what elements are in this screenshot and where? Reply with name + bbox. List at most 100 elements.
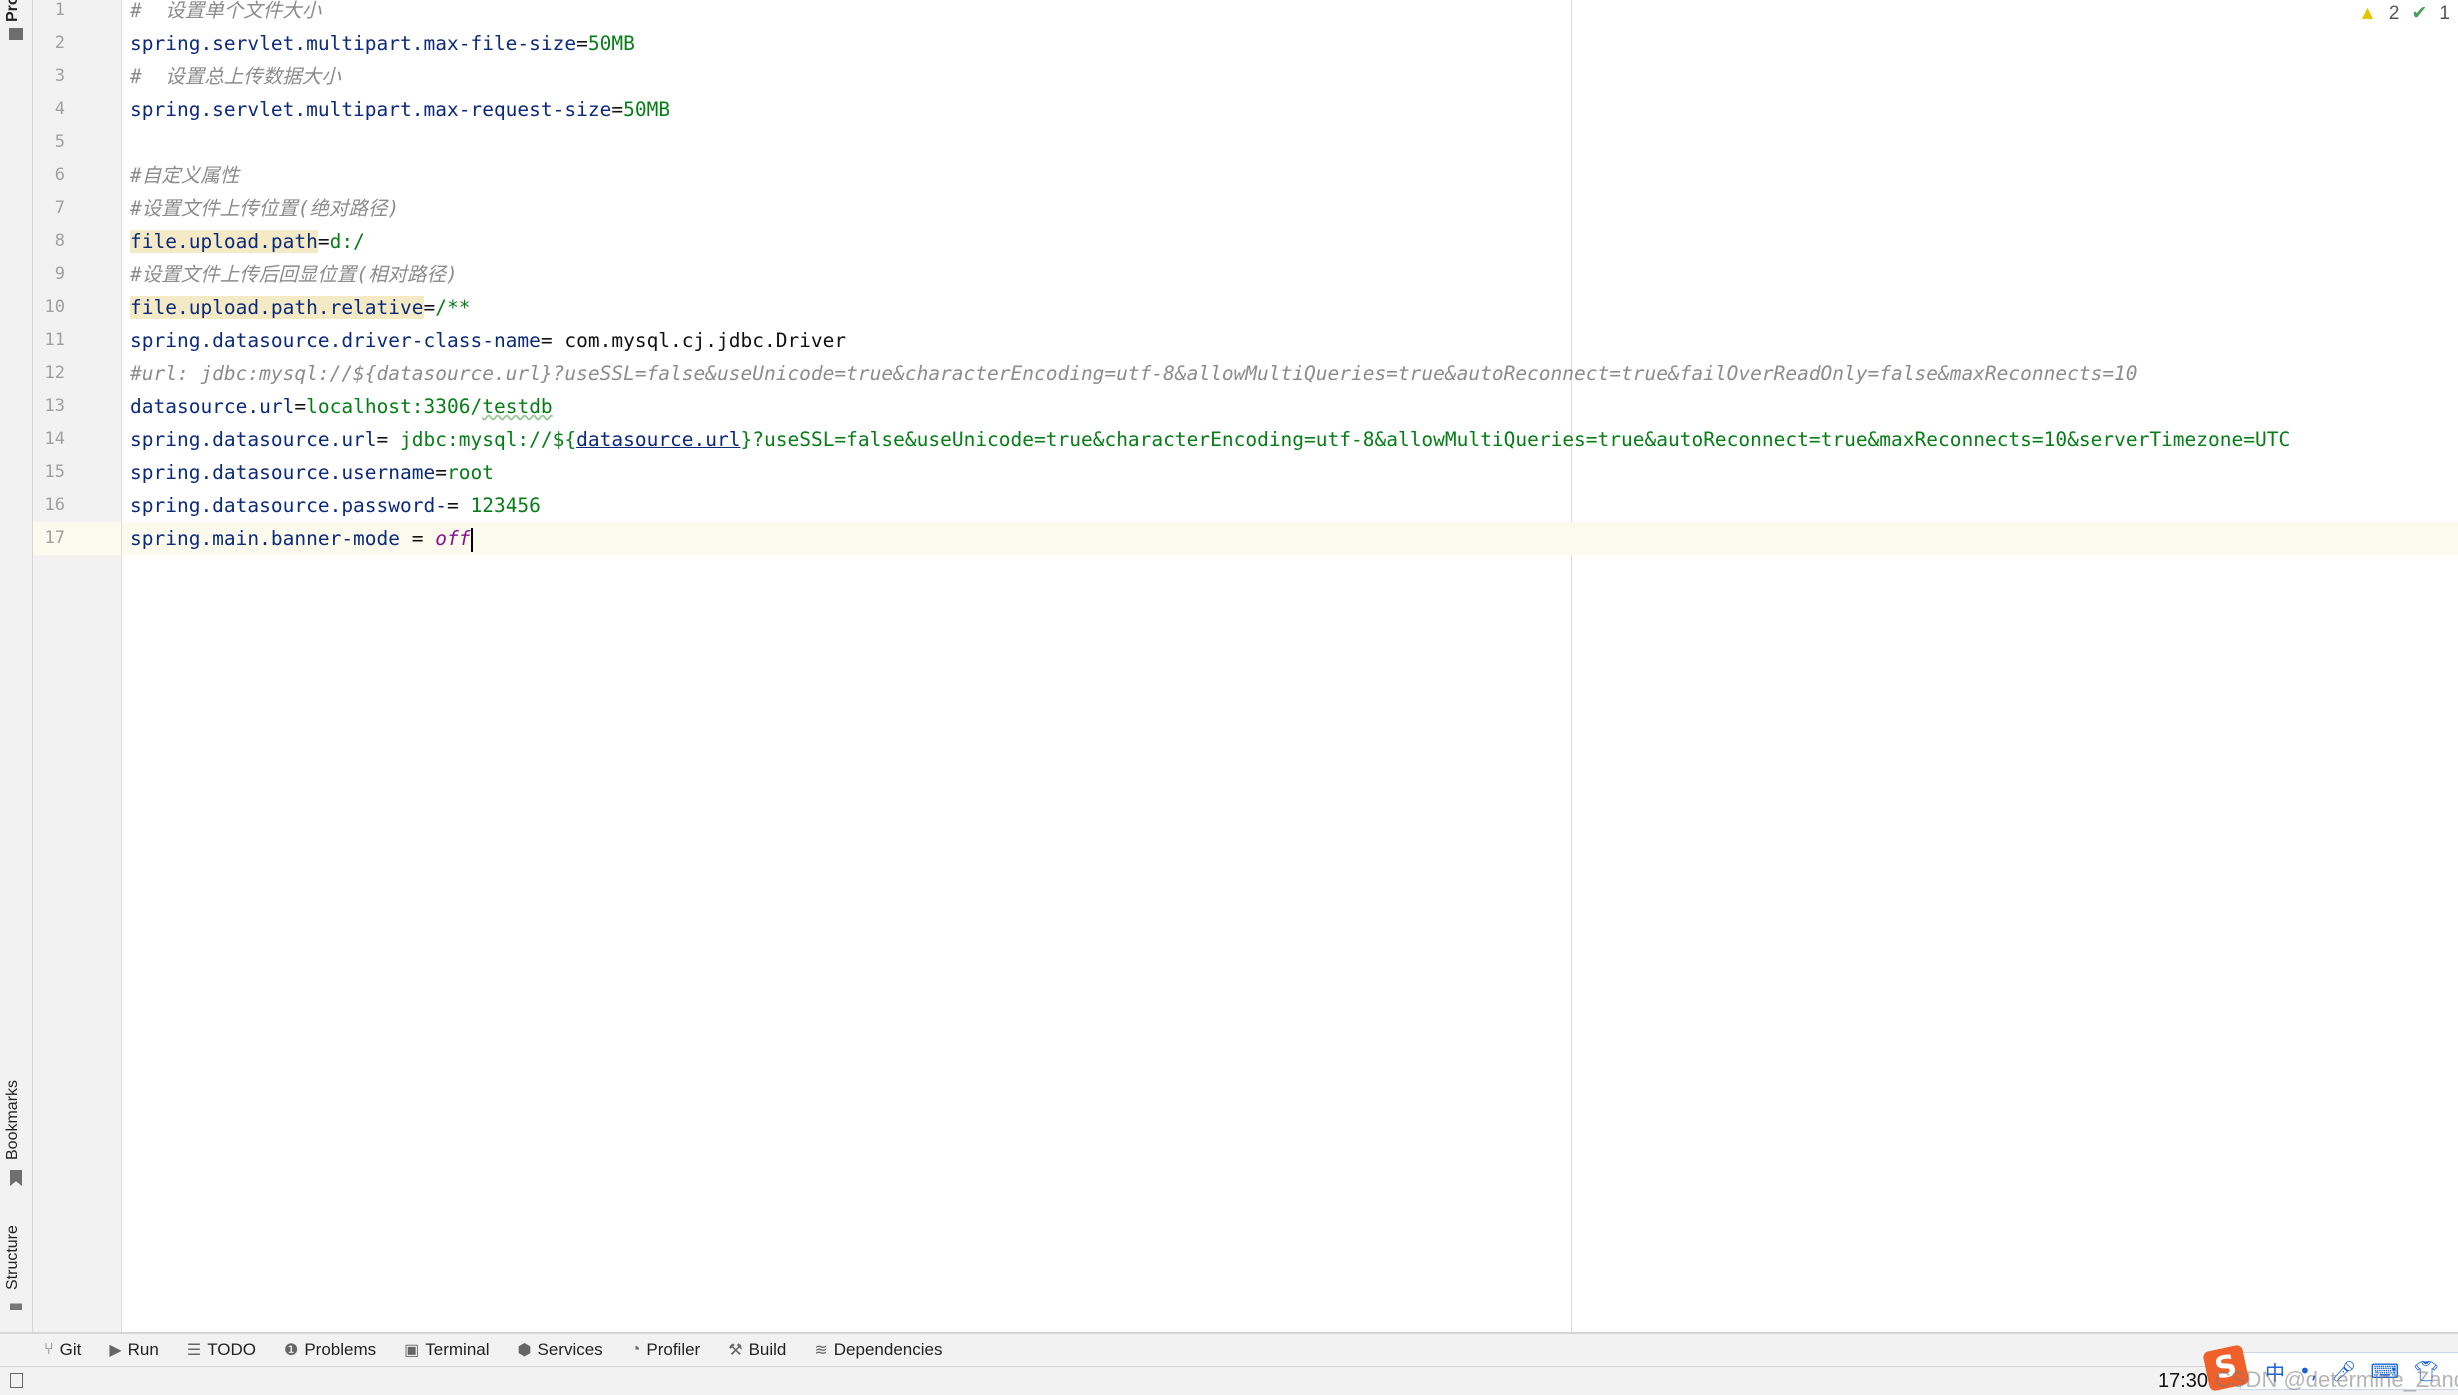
- bookmark-icon: [10, 1170, 22, 1186]
- code-token: =: [423, 296, 436, 319]
- line-number[interactable]: 2: [55, 27, 65, 60]
- folder-icon[interactable]: [9, 28, 23, 40]
- code-line-text[interactable]: #自定义属性: [130, 159, 239, 192]
- line-number[interactable]: 1: [55, 0, 65, 27]
- code-line-text[interactable]: datasource.url=localhost:3306/testdb: [130, 390, 553, 423]
- tool-window-problems[interactable]: ❶ Problems: [284, 1340, 376, 1360]
- clock: 17:30: [2158, 1370, 2209, 1392]
- code-line[interactable]: #设置文件上传后回显位置(相对路径): [122, 258, 2458, 291]
- code-line[interactable]: spring.servlet.multipart.max-request-siz…: [122, 93, 2458, 126]
- line-number[interactable]: 15: [45, 456, 65, 489]
- code-line[interactable]: spring.datasource.password-= 123456: [122, 489, 2458, 522]
- code-line-text[interactable]: spring.datasource.url= jdbc:mysql://${da…: [130, 423, 2290, 456]
- terminal-icon: ▣: [404, 1342, 420, 1359]
- line-number[interactable]: 16: [45, 489, 65, 522]
- code-line[interactable]: spring.datasource.url= jdbc:mysql://${da…: [122, 423, 2458, 456]
- git-branch-icon: ⑂: [44, 1341, 54, 1358]
- code-line[interactable]: file.upload.path=d:/: [122, 225, 2458, 258]
- line-number[interactable]: 7: [55, 192, 65, 225]
- code-line-text[interactable]: file.upload.path=d:/: [130, 225, 365, 258]
- code-line-text[interactable]: spring.servlet.multipart.max-file-size=5…: [130, 27, 635, 60]
- code-token: =: [400, 527, 436, 550]
- code-line-text[interactable]: # 设置单个文件大小: [130, 0, 321, 27]
- code-line[interactable]: # 设置单个文件大小: [122, 0, 2458, 27]
- status-bar: [0, 1367, 2458, 1395]
- code-line-text[interactable]: file.upload.path.relative=/**: [130, 291, 470, 324]
- code-token: =: [435, 461, 447, 484]
- line-number-gutter[interactable]: 1 2 3 4 5 6 7 8 9 10 11 12 13 14 15 16 17: [33, 0, 122, 1332]
- project-tab[interactable]: Pro: [4, 0, 22, 22]
- code-editor[interactable]: # 设置单个文件大小 spring.servlet.multipart.max-f…: [122, 0, 2458, 1332]
- line-number[interactable]: 6: [55, 159, 65, 192]
- tool-window-services[interactable]: ⬢ Services: [518, 1340, 603, 1360]
- code-line-text[interactable]: spring.datasource.password-= 123456: [130, 489, 541, 522]
- structure-tab[interactable]: Structure: [4, 1225, 22, 1290]
- code-token: spring.datasource.url: [130, 428, 377, 451]
- line-number[interactable]: 9: [55, 258, 65, 291]
- typo-count: 1: [2439, 2, 2450, 24]
- code-line[interactable]: spring.datasource.username=root: [122, 456, 2458, 489]
- code-token: datasource.url: [576, 428, 741, 451]
- tool-window-terminal[interactable]: ▣ Terminal: [404, 1340, 489, 1360]
- code-line[interactable]: spring.servlet.multipart.max-file-size=5…: [122, 27, 2458, 60]
- line-number[interactable]: 12: [45, 357, 65, 390]
- code-token: =: [576, 32, 588, 55]
- code-token: spring.datasource.username: [130, 461, 436, 484]
- tool-window-label: Problems: [304, 1340, 377, 1359]
- warning-count: 2: [2388, 2, 2400, 24]
- tool-window-git[interactable]: ⑂ Git: [44, 1340, 81, 1360]
- code-line[interactable]: #设置文件上传位置(绝对路径): [122, 192, 2458, 225]
- code-token: =: [611, 98, 624, 121]
- code-token: =: [446, 494, 471, 517]
- code-line[interactable]: [122, 126, 2458, 159]
- code-line[interactable]: datasource.url=localhost:3306/testdb: [122, 390, 2458, 423]
- code-token: #设置文件上传后回显位置(相对路径): [130, 263, 458, 286]
- code-token: jdbc:mysql://${: [400, 428, 577, 451]
- code-token: # 设置单个文件大小: [130, 0, 322, 22]
- line-number[interactable]: 10: [45, 291, 65, 324]
- list-icon: ☰: [186, 1342, 202, 1359]
- line-number[interactable]: 11: [45, 324, 65, 357]
- line-number[interactable]: 5: [55, 126, 65, 159]
- code-line-text[interactable]: #设置文件上传位置(绝对路径): [130, 192, 399, 225]
- tool-window-profiler[interactable]: ◔ Profiler: [631, 1340, 701, 1360]
- tool-window-label: Build: [748, 1340, 787, 1359]
- code-token: =: [317, 230, 330, 253]
- line-number[interactable]: 17: [45, 522, 65, 555]
- code-line-text[interactable]: spring.datasource.username=root: [130, 456, 494, 489]
- line-number[interactable]: 4: [55, 93, 65, 126]
- code-line[interactable]: spring.datasource.driver-class-name= com…: [122, 324, 2458, 357]
- inspection-widget[interactable]: ▲ 2 ✔ 1: [2358, 2, 2450, 25]
- layout-toggle-icon[interactable]: [10, 1373, 23, 1388]
- line-number[interactable]: 13: [45, 390, 65, 423]
- tool-window-label: Profiler: [646, 1340, 701, 1359]
- layers-icon: ≋: [814, 1342, 828, 1359]
- structure-icon: [10, 1298, 22, 1310]
- code-line[interactable]: # 设置总上传数据大小: [122, 60, 2458, 93]
- bookmarks-tab[interactable]: Bookmarks: [4, 1080, 22, 1160]
- code-line[interactable]: #url: jdbc:mysql://${datasource.url}?use…: [122, 357, 2458, 390]
- code-line[interactable]: #自定义属性: [122, 159, 2458, 192]
- text-caret: [470, 527, 473, 552]
- tool-window-label: Dependencies: [833, 1340, 943, 1359]
- tool-window-run[interactable]: ▶ Run: [109, 1340, 159, 1360]
- code-line-text[interactable]: #设置文件上传后回显位置(相对路径): [130, 258, 458, 291]
- tool-window-build[interactable]: ⚒ Build: [728, 1340, 786, 1360]
- line-number[interactable]: 14: [45, 423, 65, 456]
- code-line-text[interactable]: # 设置总上传数据大小: [130, 60, 341, 93]
- code-line[interactable]: file.upload.path.relative=/**: [122, 291, 2458, 324]
- tool-window-todo[interactable]: ☰ TODO: [187, 1340, 256, 1360]
- tool-window-dependencies[interactable]: ≋ Dependencies: [814, 1340, 942, 1360]
- code-line-text[interactable]: spring.datasource.driver-class-name= com…: [130, 324, 846, 357]
- code-line-text[interactable]: spring.main.banner-mode = off: [130, 522, 473, 555]
- code-token: spring.datasource.driver-class-name: [130, 329, 541, 352]
- code-line[interactable]: spring.main.banner-mode = off: [122, 522, 2458, 555]
- code-line-text[interactable]: spring.servlet.multipart.max-request-siz…: [130, 93, 670, 126]
- line-number[interactable]: 8: [55, 225, 65, 258]
- code-token: file.upload.path: [130, 230, 318, 253]
- line-number[interactable]: 3: [55, 60, 65, 93]
- code-line-text[interactable]: #url: jdbc:mysql://${datasource.url}?use…: [130, 357, 2138, 390]
- code-token: #url: jdbc:mysql://${datasource.url}?use…: [130, 362, 2138, 385]
- code-token: = com.mysql.cj.jdbc.Driver: [540, 329, 847, 352]
- code-token: # 设置总上传数据大小: [130, 65, 341, 88]
